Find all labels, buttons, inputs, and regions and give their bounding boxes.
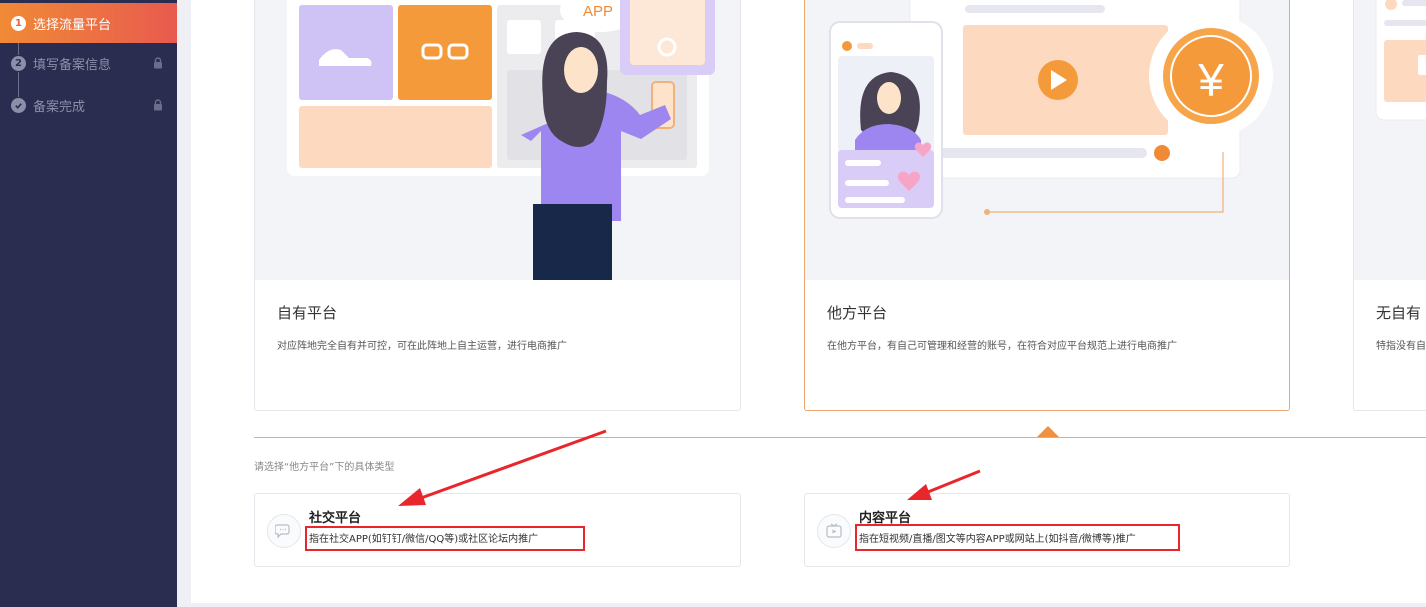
card-description: 特指没有自 (1376, 341, 1426, 352)
card-no-own-platform[interactable]: 无自有 特指没有自 (1353, 0, 1426, 411)
card-description: 对应阵地完全自有并可控，可在此阵地上自主运营，进行电商推广 (277, 341, 567, 352)
sub-type-hint: 请选择“他方平台”下的具体类型 (254, 462, 395, 473)
sub-card-title: 社交平台 (309, 511, 362, 526)
step-label: 填写备案信息 (33, 57, 112, 73)
card-title: 他方平台 (827, 304, 888, 322)
no-own-platform-illustration (1354, 0, 1426, 280)
step-fill-info[interactable]: 2 填写备案信息 (0, 43, 177, 83)
third-party-platform-illustration: ¥ (805, 0, 1289, 280)
lock-icon (154, 99, 162, 111)
card-title: 无自有 (1376, 304, 1422, 322)
chat-bubble-icon (267, 514, 301, 548)
step-number: 2 (11, 55, 26, 71)
check-icon (11, 97, 26, 113)
step-label: 备案完成 (33, 99, 86, 115)
card-own-platform[interactable]: APP 自有平台 对应阵地完全自有并可控，可在此阵地上自主运营，进行电商推广 (254, 0, 741, 411)
sidebar: 1 选择流量平台 2 填写备案信息 备案完成 (0, 0, 177, 607)
step-complete[interactable]: 备案完成 (0, 85, 177, 125)
annotation-highlight-box (855, 524, 1180, 551)
card-description: 在他方平台，有自己可管理和经营的账号，在符合对应平台规范上进行电商推广 (827, 341, 1177, 352)
selection-caret-icon (1037, 426, 1059, 437)
step-select-platform[interactable]: 1 选择流量平台 (0, 3, 177, 43)
card-title: 自有平台 (277, 304, 338, 322)
video-icon (817, 514, 851, 548)
lock-icon (154, 57, 162, 69)
step-label: 选择流量平台 (33, 17, 112, 33)
selection-divider (254, 437, 1426, 438)
app-text: APP (583, 3, 613, 20)
own-platform-illustration: APP (255, 0, 740, 280)
yen-text: ¥ (1197, 54, 1224, 106)
step-number: 1 (11, 15, 26, 31)
annotation-highlight-box (305, 526, 585, 551)
card-third-party-platform[interactable]: ¥ 他方平台 在他方平台，有自己可管理和经营的账号，在符合对应平台规范上进行电商… (804, 0, 1290, 411)
